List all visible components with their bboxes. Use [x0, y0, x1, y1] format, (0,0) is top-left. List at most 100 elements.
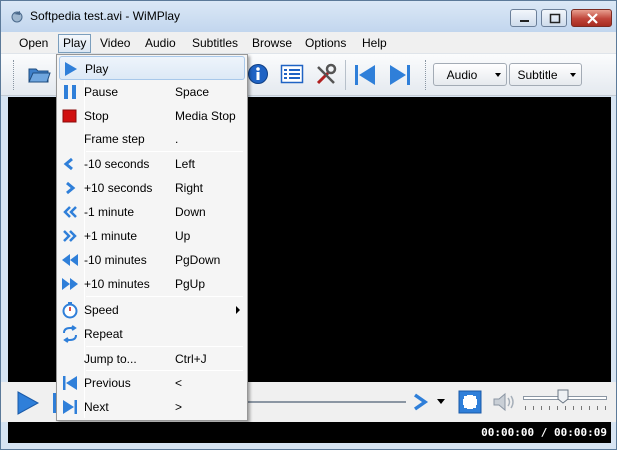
menu-item-shortcut: > [175, 400, 183, 414]
subtitle-dropdown-label: Subtitle [517, 68, 558, 82]
menu-item-label: Jump to... [84, 352, 137, 366]
previous-track-icon[interactable] [353, 63, 377, 87]
menu-item-next[interactable]: Next > [59, 395, 245, 419]
menu-item-label: Play [85, 62, 109, 76]
menu-item-minus-1-minute[interactable]: -1 minute Down [59, 200, 245, 224]
window-title: Softpedia test.avi - WiMPlay [30, 9, 181, 23]
menu-subtitles[interactable]: Subtitles [192, 36, 238, 50]
info-icon[interactable] [247, 63, 269, 85]
play-icon [65, 62, 77, 76]
maximize-icon [549, 13, 561, 24]
menu-item-label: +10 minutes [84, 277, 150, 291]
menu-item-minus-10-seconds[interactable]: -10 seconds Left [59, 152, 245, 176]
open-folder-icon[interactable] [27, 63, 51, 85]
menu-item-label: +10 seconds [84, 181, 153, 195]
next-track-icon [63, 400, 77, 414]
menu-item-shortcut: PgDown [175, 253, 221, 267]
submenu-arrow-icon [236, 306, 240, 314]
menu-item-label: Pause [84, 85, 119, 99]
menu-item-repeat[interactable]: Repeat [59, 322, 245, 346]
maximize-button[interactable] [541, 9, 567, 27]
menu-item-shortcut: Right [175, 181, 204, 195]
menu-item-label: Frame step [84, 132, 145, 146]
menu-help[interactable]: Help [362, 36, 387, 50]
stop-icon [62, 109, 77, 123]
menu-item-label: +1 minute [84, 229, 138, 243]
minimize-icon [520, 20, 529, 22]
rewind-double-icon [63, 206, 77, 218]
menu-play[interactable]: Play [58, 34, 92, 53]
menu-item-jump-to[interactable]: Jump to... Ctrl+J [59, 347, 245, 371]
play-icon[interactable] [15, 390, 41, 416]
menu-item-stop[interactable]: Stop Media Stop [59, 104, 245, 128]
menu-item-speed[interactable]: Speed [59, 298, 245, 322]
menu-item-shortcut: Space [175, 85, 210, 99]
forward-icon[interactable] [411, 392, 429, 412]
menu-item-pause[interactable]: Pause Space [59, 80, 245, 104]
menu-item-label: Previous [84, 376, 131, 390]
status-bar: 00:00:00 / 00:00:09 [8, 422, 611, 443]
speaker-icon[interactable] [492, 391, 518, 413]
chevron-down-icon [495, 73, 501, 77]
close-button[interactable] [571, 9, 612, 27]
toolbar-grip[interactable] [13, 60, 16, 90]
app-icon [11, 11, 23, 23]
settings-tools-icon[interactable] [314, 63, 338, 87]
menu-bar: Open Play Video Audio Subtitles Browse O… [1, 32, 616, 54]
volume-ticks [525, 406, 607, 410]
menu-audio[interactable]: Audio [145, 36, 176, 50]
time-display: 00:00:00 / 00:00:09 [481, 426, 607, 439]
app-window: Softpedia test.avi - WiMPlay Open Play V… [0, 0, 617, 450]
subtitle-dropdown[interactable]: Subtitle [509, 63, 582, 86]
pause-icon [64, 85, 76, 99]
toolbar-grip-2[interactable] [425, 60, 428, 90]
menu-video[interactable]: Video [100, 36, 130, 50]
close-icon [587, 13, 598, 24]
menu-item-plus-10-minutes[interactable]: +10 minutes PgUp [59, 272, 245, 296]
menu-item-label: Speed [84, 303, 119, 317]
menu-open[interactable]: Open [19, 36, 48, 50]
menu-item-shortcut: Up [175, 229, 191, 243]
menu-item-shortcut: PgUp [175, 277, 206, 291]
menu-item-shortcut: Ctrl+J [175, 352, 207, 366]
next-track-icon[interactable] [388, 63, 412, 87]
forward-small-icon [66, 181, 76, 195]
menu-item-label: -10 minutes [84, 253, 147, 267]
play-menu: Play Pause Space Stop Media Stop Frame s… [56, 54, 248, 421]
chevron-down-icon [570, 73, 576, 77]
menu-item-shortcut: Down [175, 205, 206, 219]
menu-item-plus-10-seconds[interactable]: +10 seconds Right [59, 176, 245, 200]
menu-item-label: Repeat [84, 327, 123, 341]
minimize-button[interactable] [510, 9, 537, 27]
forward-double-icon [63, 230, 77, 242]
menu-item-label: Stop [84, 109, 109, 123]
stopwatch-icon [62, 302, 78, 319]
title-bar[interactable]: Softpedia test.avi - WiMPlay [1, 1, 616, 32]
audio-dropdown[interactable]: Audio [433, 63, 507, 86]
menu-item-play[interactable]: Play [59, 56, 245, 80]
rewind-fast-icon [62, 254, 78, 266]
menu-item-shortcut: Media Stop [175, 109, 236, 123]
chevron-down-icon[interactable] [436, 399, 446, 405]
audio-dropdown-label: Audio [446, 68, 478, 82]
menu-item-shortcut: < [175, 376, 183, 390]
menu-item-shortcut: Left [175, 157, 196, 171]
menu-separator [86, 296, 243, 297]
rewind-small-icon [63, 157, 73, 171]
menu-item-minus-10-minutes[interactable]: -10 minutes PgDown [59, 248, 245, 272]
playlist-icon[interactable] [280, 63, 304, 85]
menu-browse[interactable]: Browse [252, 36, 292, 50]
menu-options[interactable]: Options [305, 36, 346, 50]
menu-item-previous[interactable]: Previous < [59, 371, 245, 395]
forward-fast-icon [62, 278, 78, 290]
repeat-icon [63, 325, 77, 343]
volume-slider-thumb[interactable] [557, 389, 569, 404]
menu-item-label: -1 minute [84, 205, 135, 219]
menu-item-frame-step[interactable]: Frame step . [59, 127, 245, 151]
menu-item-plus-1-minute[interactable]: +1 minute Up [59, 224, 245, 248]
seek-bar[interactable] [246, 401, 406, 403]
toolbar-separator [345, 60, 348, 90]
previous-track-icon [63, 376, 77, 390]
fullscreen-icon[interactable] [457, 389, 483, 415]
menu-item-label: -10 seconds [84, 157, 150, 171]
